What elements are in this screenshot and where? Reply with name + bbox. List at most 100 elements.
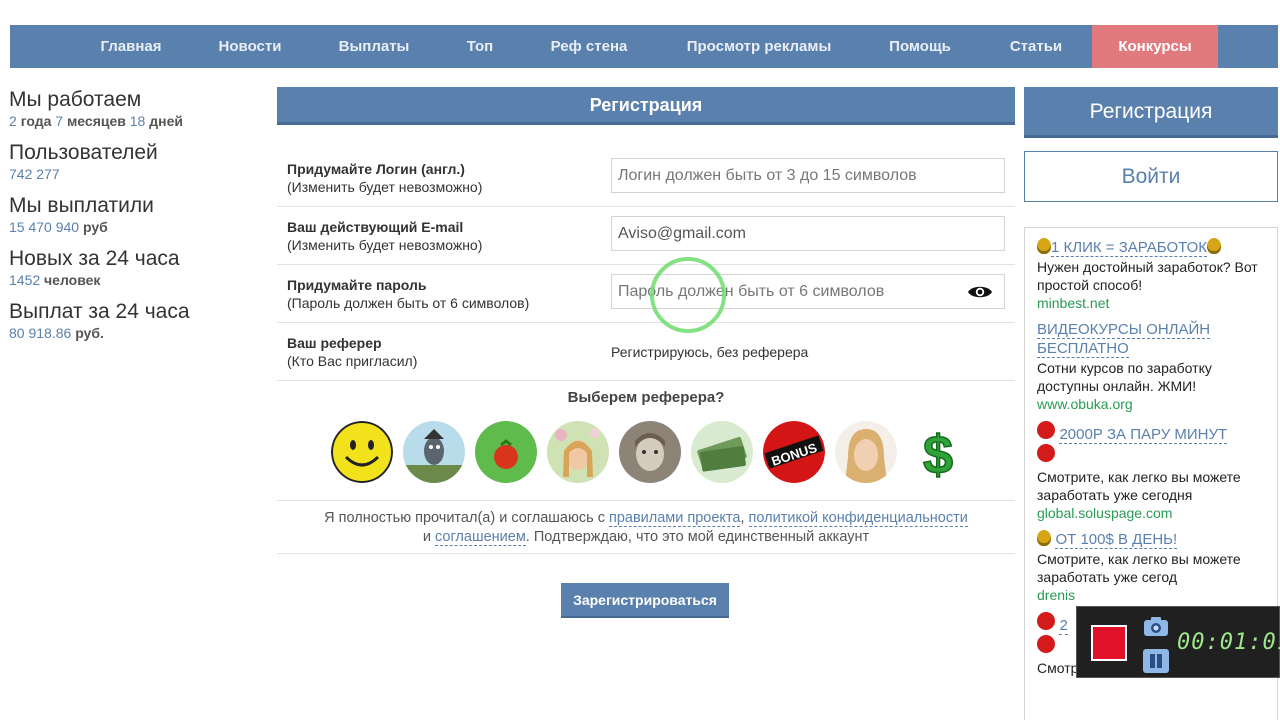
ad-text: Смотрите, как легко вы можете заработать… (1037, 469, 1241, 503)
referrer-value: Регистрируюсь, без реферера (611, 344, 809, 360)
nav-news[interactable]: Новости (200, 25, 300, 68)
nav-payouts[interactable]: Выплаты (324, 25, 424, 68)
ad-url[interactable]: drenis (1037, 586, 1265, 604)
ad-url[interactable]: minbest.net (1037, 294, 1265, 312)
ad-title[interactable]: 1 КЛИК = ЗАРАБОТОК (1051, 239, 1208, 257)
login-button[interactable]: Войти (1024, 151, 1278, 202)
stat-payouts24-value: 80 918.86 руб. (9, 324, 249, 342)
svg-text:$: $ (923, 425, 953, 483)
agree-text: Я полностью прочитал(а) и соглашаюсь с (324, 510, 609, 526)
stat-years-unit: года (20, 113, 52, 129)
right-column: Регистрация Войти (1024, 87, 1278, 202)
referrer-hint: (Кто Вас пригласил) (287, 353, 418, 369)
avatar-blonde-woman[interactable] (835, 421, 897, 483)
avatar-green-tomato[interactable] (475, 421, 537, 483)
nav-contests[interactable]: Конкурсы (1092, 25, 1218, 68)
login-input[interactable] (611, 158, 1005, 193)
stat-working-label: Мы работаем (9, 88, 142, 111)
ad-title[interactable]: 2000Р ЗА ПАРУ МИНУТ (1059, 426, 1228, 444)
stat-paid-unit: руб (82, 219, 108, 235)
recording-timer: 00:01:01 (1177, 630, 1280, 655)
email-input[interactable] (611, 216, 1005, 251)
stat-new24: Новых за 24 часа 1452 человек (9, 247, 249, 289)
ad-text: Смотрите, как легко вы можете заработать… (1037, 551, 1241, 585)
avatar-cartoon-wolf[interactable] (403, 421, 465, 483)
referrer-row: Ваш реферер (Кто Вас пригласил) Регистрир… (277, 323, 1015, 381)
password-label: Придумайте пароль (Пароль должен быть от … (287, 276, 529, 312)
avatar-bonus[interactable]: BONUS (763, 421, 825, 483)
ad-item: 1 КЛИК = ЗАРАБОТОК Нужен достойный зараб… (1037, 238, 1265, 312)
email-row: Ваш действующий E-mail (Изменить будет не… (277, 207, 1015, 265)
registration-form: Регистрация Придумайте Логин (англ.) (Изм… (277, 87, 1015, 618)
referrer-label: Ваш реферер (Кто Вас пригласил) (287, 334, 417, 370)
agree-comma: , (740, 510, 749, 526)
nav-view-ads[interactable]: Просмотр рекламы (670, 25, 848, 68)
ad-title[interactable]: ОТ 100$ В ДЕНЬ! (1055, 531, 1178, 549)
form-title: Регистрация (277, 87, 1015, 125)
red-dot-icon (1037, 635, 1055, 653)
password-hint: (Пароль должен быть от 6 символов) (287, 295, 530, 311)
pause-button[interactable] (1143, 649, 1169, 673)
coin-icon (1037, 238, 1051, 254)
password-input[interactable] (611, 274, 1005, 309)
ad-title[interactable]: 2 (1059, 617, 1068, 635)
stop-record-button[interactable] (1091, 625, 1127, 661)
stat-days: 18 (129, 113, 146, 129)
stat-months-unit: месяцев (66, 113, 126, 129)
stat-new24-amount: 1452 (9, 272, 41, 288)
stat-paid: Мы выплатили 15 470 940 руб (9, 194, 249, 236)
dollar-icon[interactable]: $ (907, 421, 969, 483)
referrer-avatars: BONUS $ (331, 421, 971, 485)
stat-new24-label: Новых за 24 часа (9, 247, 180, 270)
ad-item: 2000Р ЗА ПАРУ МИНУТ Смотрите, как легко … (1037, 421, 1265, 522)
login-label: Придумайте Логин (англ.) (Изменить будет … (287, 160, 482, 196)
ad-url[interactable]: global.soluspage.com (1037, 504, 1265, 522)
stat-new24-value: 1452 человек (9, 271, 249, 289)
nav-home[interactable]: Главная (80, 25, 182, 68)
ad-title[interactable]: ВИДЕОКУРСЫ ОНЛАЙН БЕСПЛАТНО (1037, 321, 1211, 358)
email-label: Ваш действующий E-mail (Изменить будет не… (287, 218, 482, 254)
stat-payouts24-amount: 80 918.86 (9, 325, 72, 341)
stat-months: 7 (55, 113, 64, 129)
register-submit-button[interactable]: Зарегистрироваться (561, 583, 729, 618)
privacy-link[interactable]: политикой конфиденциальности (748, 510, 968, 527)
stat-users-label: Пользователей (9, 141, 158, 164)
avatar-money-stack[interactable] (691, 421, 753, 483)
choose-referrer-title: Выберем реферера? (567, 389, 725, 406)
stat-payouts24-unit: руб. (75, 325, 104, 341)
nav-help[interactable]: Помощь (872, 25, 968, 68)
stat-payouts24-label: Выплат за 24 часа (9, 300, 190, 323)
login-label-text: Придумайте Логин (англ.) (287, 161, 465, 177)
avatar-woman-flowers[interactable] (547, 421, 609, 483)
ad-text: Сотни курсов по заработку доступны онлай… (1037, 360, 1212, 394)
stat-users-value: 742 277 (9, 166, 60, 182)
stat-working-value: 2 года 7 месяцев 18 дней (9, 112, 249, 130)
stat-years: 2 (9, 113, 17, 129)
ad-text: Нужен достойный заработок? Вот простой с… (1037, 259, 1258, 293)
register-button[interactable]: Регистрация (1024, 87, 1278, 138)
nav-articles[interactable]: Статьи (992, 25, 1080, 68)
coin-icon (1207, 238, 1222, 254)
stat-paid-label: Мы выплатили (9, 194, 154, 217)
agree-and: и (422, 529, 435, 545)
stat-days-unit: дней (149, 113, 183, 129)
camera-icon[interactable] (1143, 615, 1169, 637)
ad-url[interactable]: www.obuka.org (1037, 395, 1265, 413)
stat-paid-amount: 15 470 940 (9, 219, 80, 235)
stat-paid-value: 15 470 940 руб (9, 218, 249, 236)
stat-working: Мы работаем 2 года 7 месяцев 18 дней (9, 88, 249, 130)
nav-ref-wall[interactable]: Реф стена (534, 25, 644, 68)
agree-confirm-text: . Подтверждаю, что это мой единственный … (525, 529, 870, 545)
nav-top[interactable]: Топ (448, 25, 512, 68)
top-navigation: Главная Новости Выплаты Топ Реф стена Пр… (10, 25, 1278, 68)
eye-icon[interactable] (967, 284, 993, 300)
avatar-child-photo[interactable] (619, 421, 681, 483)
red-dot-icon (1037, 612, 1055, 630)
agreement-link[interactable]: соглашением (434, 529, 526, 546)
stat-new24-unit: человек (44, 272, 101, 288)
avatar-smiley[interactable] (331, 421, 393, 483)
rules-link[interactable]: правилами проекта (608, 510, 741, 527)
red-dot-icon (1037, 444, 1055, 462)
password-row: Придумайте пароль (Пароль должен быть от … (277, 265, 1015, 323)
stat-users: Пользователей 742 277 (9, 141, 249, 183)
